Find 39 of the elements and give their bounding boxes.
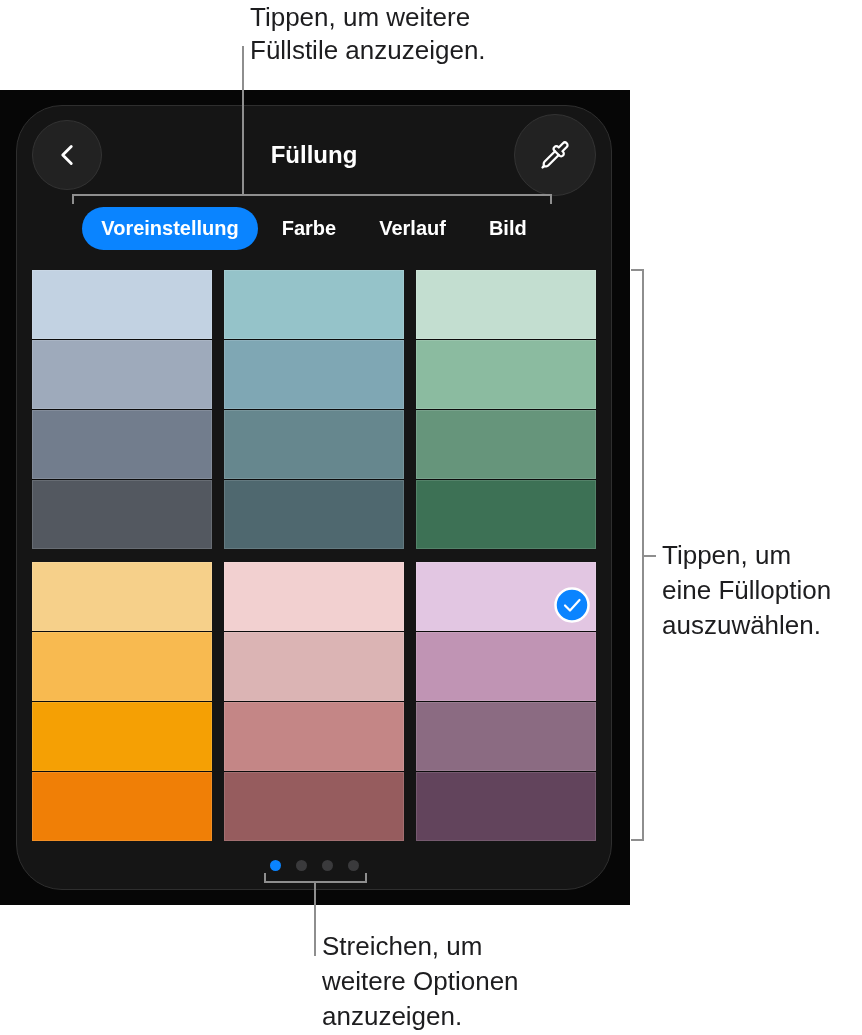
page-dot[interactable] xyxy=(347,860,359,871)
eyedropper-icon xyxy=(540,140,570,170)
page-dot[interactable] xyxy=(269,860,281,871)
color-swatch[interactable] xyxy=(416,410,596,479)
color-swatch[interactable] xyxy=(416,772,596,841)
color-swatch[interactable] xyxy=(224,480,404,549)
eyedropper-button[interactable] xyxy=(514,114,596,196)
color-swatch[interactable] xyxy=(32,270,212,339)
color-swatch[interactable] xyxy=(224,410,404,479)
page-dot[interactable] xyxy=(295,860,307,871)
callout-text: Streichen, um weitere Optionen anzuzeigen. xyxy=(322,930,519,1033)
tab[interactable]: Verlauf xyxy=(360,207,465,250)
color-swatch[interactable] xyxy=(32,632,212,701)
color-swatch[interactable] xyxy=(224,772,404,841)
checkmark-icon xyxy=(554,587,590,623)
tab[interactable]: Bild xyxy=(469,207,546,250)
tab[interactable]: Voreinstellung xyxy=(82,207,258,250)
color-swatch[interactable] xyxy=(32,772,212,841)
color-swatch[interactable] xyxy=(224,702,404,771)
color-swatch[interactable] xyxy=(32,562,212,631)
callout-text: Tippen, um weitere Füllstile anzuzeigen. xyxy=(250,1,486,67)
color-swatch[interactable] xyxy=(32,480,212,549)
color-swatch[interactable] xyxy=(416,480,596,549)
color-swatch[interactable] xyxy=(32,340,212,409)
panel-title: Füllung xyxy=(270,141,358,169)
color-swatch[interactable] xyxy=(416,340,596,409)
color-swatch[interactable] xyxy=(224,270,404,339)
color-swatch[interactable] xyxy=(416,562,596,631)
tab[interactable]: Farbe xyxy=(262,207,356,250)
color-swatch[interactable] xyxy=(416,270,596,339)
callout-text: Tippen, um eine Fülloption auszuwählen. xyxy=(662,539,832,642)
color-swatch[interactable] xyxy=(224,632,404,701)
color-swatch[interactable] xyxy=(224,340,404,409)
color-swatch[interactable] xyxy=(224,562,404,631)
page-dot[interactable] xyxy=(321,860,333,871)
color-swatch[interactable] xyxy=(416,632,596,701)
color-swatch[interactable] xyxy=(32,410,212,479)
color-swatch[interactable] xyxy=(32,702,212,771)
color-swatch[interactable] xyxy=(416,702,596,771)
